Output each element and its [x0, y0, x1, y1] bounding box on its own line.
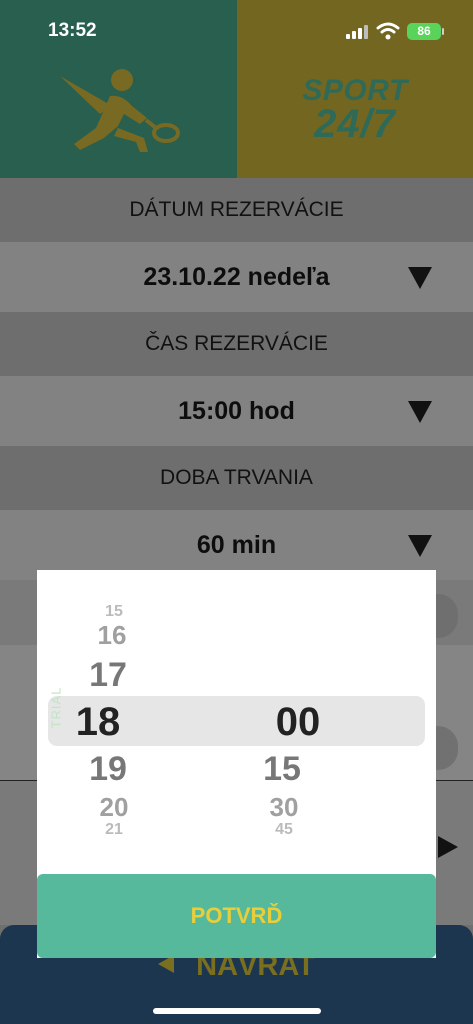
battery-tip	[442, 28, 444, 35]
status-bar: 13:52 86	[0, 0, 473, 60]
minute-option[interactable]: 45	[239, 822, 329, 838]
minute-option[interactable]: 30	[239, 794, 329, 820]
time-value: 15:00 hod	[178, 396, 295, 425]
minute-option[interactable]: 15	[237, 752, 327, 786]
time-dropdown-icon[interactable]	[408, 401, 432, 423]
hour-option[interactable]: 15	[69, 604, 159, 620]
hour-option[interactable]: 21	[69, 822, 159, 838]
home-indicator	[153, 1008, 321, 1014]
date-selector[interactable]: 23.10.22 nedeľa	[0, 242, 473, 312]
brand-bottom-text: 24/7	[314, 102, 396, 146]
status-time: 13:52	[48, 20, 97, 41]
battery-indicator: 86	[407, 23, 441, 40]
time-label: ČAS REZERVÁCIE	[0, 312, 473, 376]
date-label: DÁTUM REZERVÁCIE	[0, 178, 473, 242]
duration-value: 60 min	[196, 530, 277, 559]
time-selector[interactable]: 15:00 hod	[0, 376, 473, 446]
hour-option[interactable]: 19	[63, 752, 153, 786]
hour-option[interactable]: 20	[69, 794, 159, 820]
duration-dropdown-icon[interactable]	[408, 535, 432, 557]
wifi-icon	[376, 22, 400, 40]
cellular-signal-icon	[346, 25, 368, 39]
duration-label: DOBA TRVANIA	[0, 446, 473, 510]
minute-option-selected[interactable]: 00	[253, 702, 343, 742]
date-dropdown-icon[interactable]	[408, 267, 432, 289]
confirm-button[interactable]: POTVRĎ	[37, 874, 436, 958]
hour-option[interactable]: 17	[63, 658, 153, 692]
brand-logo: SPORT 24/7	[237, 76, 473, 146]
hour-option-selected[interactable]: 18	[53, 702, 143, 742]
hour-option[interactable]: 16	[67, 622, 157, 648]
time-picker-modal: TRIAL 15 16 17 18 19 20 21 00 15 30 45 P…	[37, 570, 436, 958]
squash-player-icon	[60, 69, 180, 152]
background-arrow-icon	[438, 836, 458, 858]
date-value: 23.10.22 nedeľa	[143, 262, 330, 291]
